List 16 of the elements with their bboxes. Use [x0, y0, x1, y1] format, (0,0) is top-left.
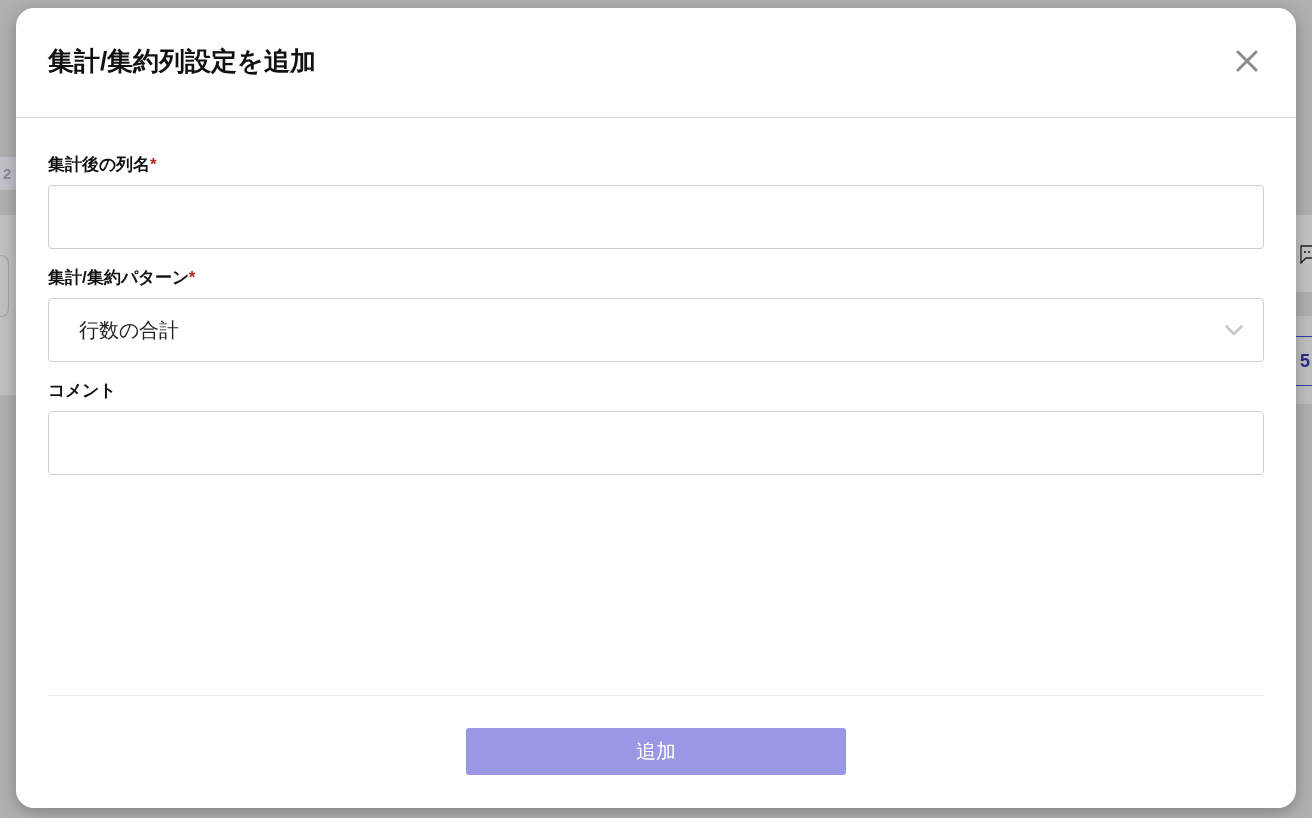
- required-asterisk: *: [150, 154, 157, 176]
- close-icon: [1236, 49, 1258, 72]
- select-field[interactable]: 行数の合計: [48, 298, 1264, 362]
- chat-bubble-icon[interactable]: [1300, 243, 1312, 264]
- rounded-panel: [0, 255, 9, 317]
- dialog-title: 集計/集約列設定を追加: [48, 44, 317, 78]
- number-label: 5: [1300, 350, 1310, 372]
- number-label: 2: [3, 164, 12, 183]
- field-label: 集計/集約パターン: [48, 267, 189, 289]
- required-asterisk: *: [188, 267, 196, 289]
- field-label: コメント: [48, 380, 116, 402]
- text-input[interactable]: [48, 185, 1264, 249]
- chevron-down-icon: [1225, 324, 1243, 336]
- close-button[interactable]: [1236, 49, 1258, 72]
- field-label: 集計後の列名: [48, 154, 150, 176]
- text-input[interactable]: [48, 411, 1264, 475]
